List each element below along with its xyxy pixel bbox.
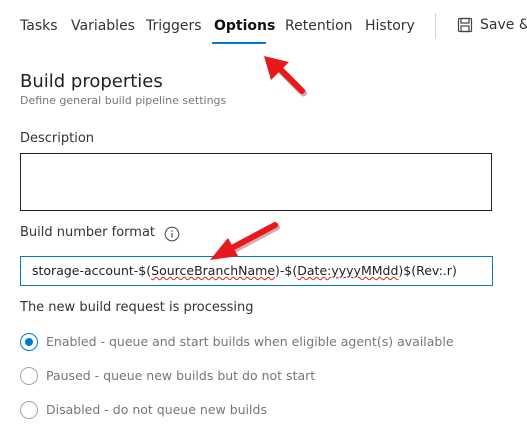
build-pipeline-options-page: Tasks Variables Triggers Options Retenti… [0,0,527,425]
bn-part: )-$( [275,263,298,278]
bn-part-squiggle: Date:yyyyMMdd [297,263,399,278]
toolbar-divider [435,13,436,39]
info-icon[interactable] [164,226,180,242]
tab-variables[interactable]: Variables [71,15,135,37]
bn-part-squiggle: SourceBranchName [151,263,276,278]
save-and-queue-button[interactable]: Save & [448,12,527,38]
bn-part: storage-account-$( [32,263,152,278]
radio-button-checked[interactable] [20,333,38,351]
arrow-to-build-number [210,222,280,260]
pipeline-tab-bar: Tasks Variables Triggers Options Retenti… [0,0,527,50]
active-tab-indicator [212,42,266,44]
tab-tasks[interactable]: Tasks [20,15,58,37]
processing-label: The new build request is processing [20,300,254,315]
save-icon [457,17,473,33]
description-textarea[interactable] [20,153,492,211]
tab-options[interactable]: Options [214,15,275,37]
radio-enabled-label: Enabled - queue and start builds when el… [46,334,454,349]
radio-dot [25,338,33,346]
radio-button[interactable] [20,367,38,385]
section-subtitle: Define general build pipeline settings [20,94,227,107]
description-label: Description [20,131,95,146]
arrow-to-options-tab [264,56,307,97]
save-button-label: Save & [480,17,527,33]
radio-button[interactable] [20,401,38,419]
tab-retention[interactable]: Retention [285,15,353,37]
tab-history[interactable]: History [365,15,415,37]
annotation-arrows [210,56,307,260]
radio-paused-label: Paused - queue new builds but do not sta… [46,368,316,383]
tab-triggers[interactable]: Triggers [146,15,202,37]
radio-disabled-label: Disabled - do not queue new builds [46,402,267,417]
build-number-format-input[interactable]: storage-account-$(SourceBranchName)-$(Da… [20,256,493,286]
bn-part: )$(Rev:.r) [398,263,457,278]
build-number-format-label: Build number format [20,225,156,240]
section-title: Build properties [20,71,163,92]
